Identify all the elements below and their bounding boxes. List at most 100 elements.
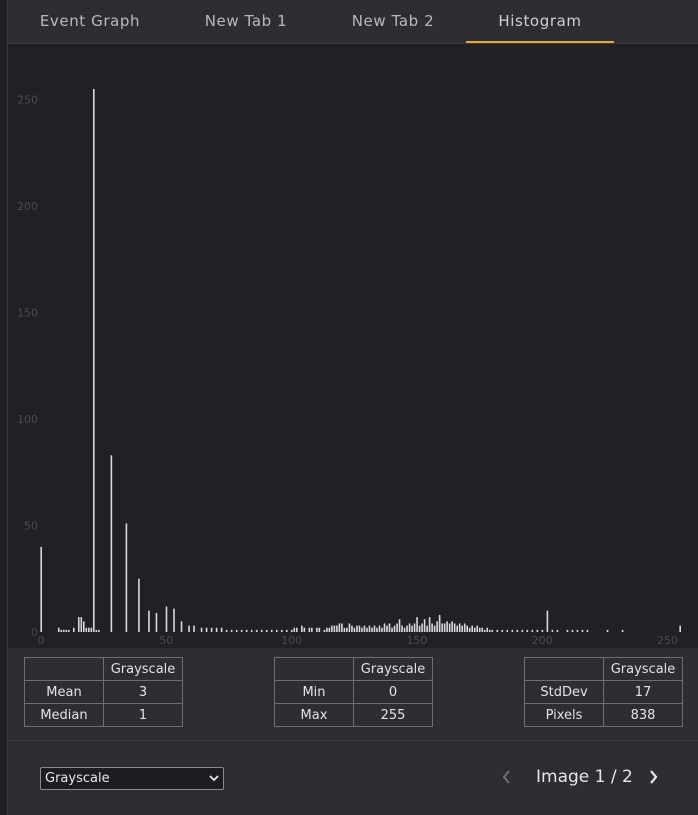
stat-value-pixels: 838 <box>603 703 683 727</box>
histogram-bar <box>546 610 549 632</box>
tab-bar: Event Graph New Tab 1 New Tab 2 Histogra… <box>8 0 698 44</box>
histogram-bar <box>316 627 318 632</box>
histogram-bar <box>65 629 68 632</box>
histogram-bar <box>40 546 42 632</box>
histogram-bar <box>471 625 474 632</box>
stat-label-pixels: Pixels <box>524 703 604 727</box>
stats-column-header: Grayscale <box>103 657 183 681</box>
histogram-bar <box>318 627 321 632</box>
histogram-bar <box>205 627 208 632</box>
channel-select[interactable]: Grayscale <box>40 767 224 790</box>
footer-toolbar: Grayscale Image 1 / 2 <box>8 741 698 815</box>
histogram-bar <box>388 623 391 632</box>
histogram-bar <box>581 629 584 632</box>
histogram-bar <box>80 617 83 632</box>
previous-image-button[interactable] <box>494 763 520 791</box>
histogram-bar <box>426 625 428 632</box>
histogram-bar <box>290 629 293 632</box>
next-image-button[interactable] <box>640 763 666 791</box>
histogram-bar <box>401 625 403 632</box>
histogram-bar <box>90 627 93 632</box>
histogram-bar <box>93 89 95 632</box>
histogram-bar <box>200 627 203 632</box>
tab-event-graph[interactable]: Event Graph <box>32 0 148 43</box>
histogram-bar <box>361 627 363 632</box>
histogram-bar <box>458 623 461 632</box>
histogram-bar <box>418 625 421 632</box>
histogram-bar <box>679 625 681 632</box>
histogram-bar <box>72 627 75 632</box>
histogram-bar <box>483 629 486 632</box>
histogram-bar <box>421 623 423 632</box>
histogram-bar <box>180 621 183 632</box>
histogram-bar <box>488 629 491 632</box>
histogram-bar <box>333 625 336 632</box>
tab-new-tab-1[interactable]: New Tab 1 <box>198 0 294 43</box>
histogram-bar <box>358 625 361 632</box>
histogram-bar <box>77 617 80 632</box>
histogram-bar <box>296 627 298 632</box>
stats-column-header: Grayscale <box>353 657 433 681</box>
y-tick-label: 100 <box>17 413 38 426</box>
y-tick-label: 50 <box>24 520 38 533</box>
histogram-bar <box>165 606 168 632</box>
histogram-bar <box>501 629 504 632</box>
stat-value-mean: 3 <box>103 680 183 704</box>
stat-label-mean: Mean <box>24 680 104 704</box>
histogram-bar <box>331 625 333 632</box>
histogram-bar <box>260 629 263 632</box>
histogram-bar <box>348 623 351 632</box>
histogram-bar <box>57 627 60 632</box>
histogram-bar <box>125 523 128 632</box>
histogram-bar <box>240 629 243 632</box>
histogram-bar <box>338 623 341 632</box>
tab-new-tab-2[interactable]: New Tab 2 <box>344 0 442 43</box>
stat-label-min: Min <box>274 680 354 704</box>
histogram-bar <box>341 623 343 632</box>
chevron-down-icon <box>209 768 219 797</box>
histogram-bar <box>285 629 288 632</box>
histogram-bar <box>491 629 494 632</box>
histogram-bar <box>336 625 338 632</box>
histogram-bar <box>328 627 331 632</box>
histogram-bar <box>411 625 413 632</box>
histogram-bar <box>371 627 373 632</box>
histogram-bar <box>391 627 393 632</box>
histogram-bar <box>293 627 296 632</box>
histogram-bar <box>408 623 411 632</box>
histogram-bar <box>95 629 98 632</box>
histogram-bar <box>451 621 453 632</box>
histogram-bar <box>85 627 88 632</box>
x-tick-label: 250 <box>657 634 678 647</box>
stats-corner-cell <box>524 657 604 681</box>
histogram-bars <box>40 89 681 632</box>
stat-value-median: 1 <box>103 703 183 727</box>
stat-label-stddev: StdDev <box>524 680 604 704</box>
histogram-bar <box>308 627 311 632</box>
chevron-right-icon <box>650 770 658 784</box>
histogram-bar <box>448 623 451 632</box>
histogram-bar <box>403 627 406 632</box>
histogram-bar <box>215 627 218 632</box>
histogram-bar <box>566 629 569 632</box>
stat-value-max: 255 <box>353 703 433 727</box>
x-tick-label: 150 <box>406 634 427 647</box>
stat-label-median: Median <box>24 703 104 727</box>
histogram-plot: 0 50 100 150 200 250 0 50 100 150 200 250 <box>17 89 681 647</box>
x-tick-label: 0 <box>38 634 45 647</box>
histogram-bar <box>476 625 479 632</box>
histogram-bar <box>438 614 441 632</box>
histogram-bar <box>461 625 463 632</box>
y-tick-label: 150 <box>17 307 38 320</box>
histogram-bar <box>62 629 65 632</box>
statistics-panel: Grayscale Mean 3 Median 1 Grayscale Min … <box>8 648 698 741</box>
histogram-bar <box>270 629 273 632</box>
histogram-bar <box>396 623 398 632</box>
histogram-bar <box>356 625 358 632</box>
tab-histogram[interactable]: Histogram <box>466 0 614 43</box>
histogram-bar <box>148 610 150 632</box>
histogram-bar <box>193 625 195 632</box>
histogram-bar <box>541 629 544 632</box>
histogram-bar <box>250 629 253 632</box>
histogram-bar <box>255 629 258 632</box>
